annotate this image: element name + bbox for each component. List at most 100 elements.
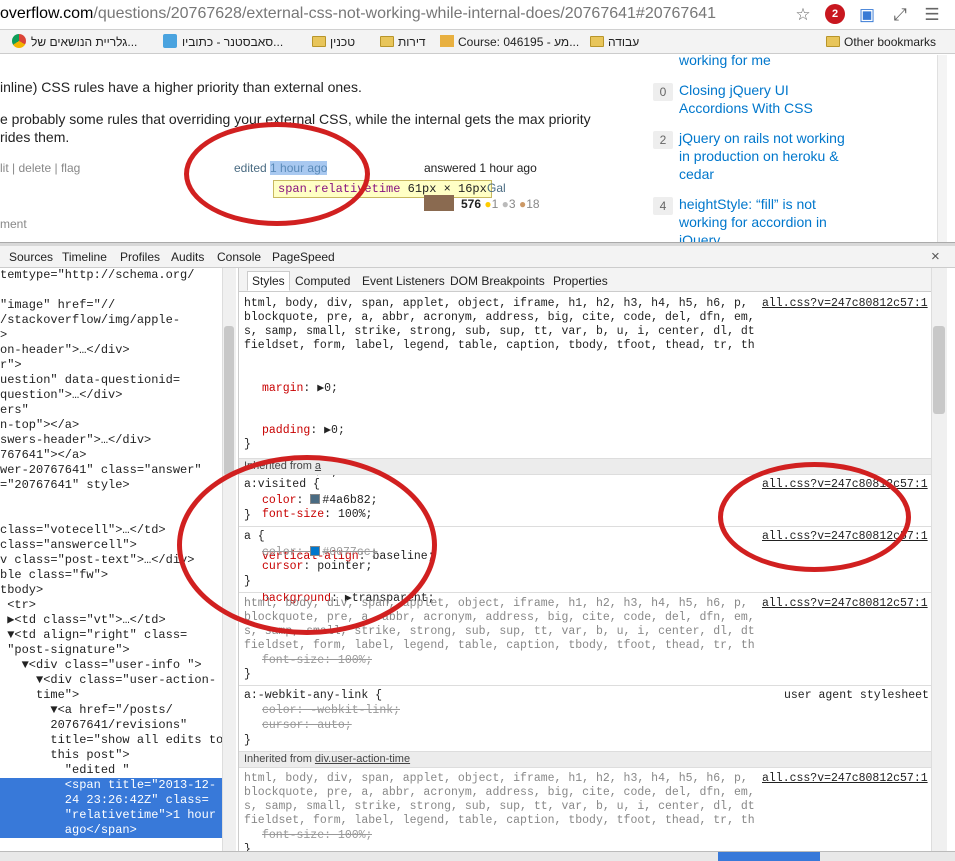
dom-node-line[interactable]: ▼<div class="user-info "> <box>0 658 222 673</box>
css-declaration-overridden[interactable]: font-size: 100%; <box>262 829 372 843</box>
css-declaration-overridden[interactable]: color: -webkit-link; <box>262 704 400 718</box>
tab-styles[interactable]: Styles <box>247 271 290 291</box>
browser-window: overflow.com/questions/20767628/external… <box>0 0 955 861</box>
dom-node-line[interactable]: <tr> <box>0 598 222 613</box>
related-link[interactable]: working for me <box>679 55 849 69</box>
adblock-badge: 2 <box>831 8 839 20</box>
other-bookmarks[interactable]: Other bookmarks <box>826 34 936 50</box>
url-text[interactable]: overflow.com/questions/20767628/external… <box>0 5 716 23</box>
related-link[interactable]: heightStyle: “fill” is not working for a… <box>679 195 849 242</box>
address-bar[interactable]: overflow.com/questions/20767628/external… <box>0 0 955 30</box>
css-declaration-overridden[interactable]: cursor: auto; <box>262 719 352 733</box>
dom-node-line[interactable]: wer-20767641" class="answer" <box>0 463 222 478</box>
dom-node-line[interactable]: r"> <box>0 358 222 373</box>
elements-scroll-thumb[interactable] <box>224 326 234 476</box>
tab-timeline[interactable]: Timeline <box>62 250 107 264</box>
bookmark-folder[interactable]: טכנין <box>312 34 355 50</box>
inherited-element-link[interactable]: div.user-action-time <box>315 753 410 765</box>
dom-node-line[interactable]: ers" <box>0 403 222 418</box>
url-host: overflow.com <box>0 5 94 22</box>
bookmark-folder[interactable]: דירות <box>380 34 426 50</box>
dom-node-line[interactable] <box>0 283 222 298</box>
extension-icon[interactable]: ▣ <box>857 5 877 25</box>
dom-node-line[interactable]: temtype="http://schema.org/ <box>0 268 222 283</box>
close-icon[interactable]: × <box>931 248 940 265</box>
selected-dom-node-line[interactable]: ago</span> <box>0 823 222 838</box>
tab-properties[interactable]: Properties <box>549 272 612 292</box>
page-scrollbar[interactable] <box>937 55 947 242</box>
related-link[interactable]: Closing jQuery UI Accordions With CSS <box>679 81 849 117</box>
selected-dom-node-line[interactable]: 24 23:26:42Z" class= <box>0 793 222 808</box>
bookmark-folder[interactable]: עבודה <box>590 34 639 50</box>
folder-icon <box>590 36 604 47</box>
css-declaration-overridden[interactable]: font-size: 100%; <box>262 654 372 668</box>
dom-node-line[interactable]: on-header">…</div> <box>0 343 222 358</box>
dom-node-line[interactable]: this post"> <box>0 748 222 763</box>
adblock-icon[interactable]: 2 <box>825 4 845 24</box>
dom-node-line[interactable]: ▼<td align="right" class= <box>0 628 222 643</box>
bookmark-item[interactable]: Course: 046195 - מע... <box>440 34 579 50</box>
menu-icon[interactable]: ☰ <box>922 5 942 25</box>
dom-node-line[interactable]: ▶<td class="vt">…</td> <box>0 613 222 628</box>
rule-close-brace: } <box>244 438 251 451</box>
tab-console[interactable]: Console <box>217 250 261 264</box>
delete-link[interactable]: delete <box>18 161 51 175</box>
inherited-header: Inherited from div.user-action-time <box>239 751 931 768</box>
related-link[interactable]: jQuery on rails not working in productio… <box>679 129 849 183</box>
dom-node-line[interactable]: > <box>0 328 222 343</box>
star-icon[interactable]: ☆ <box>793 5 813 25</box>
dom-node-line[interactable]: ▼<a href="/posts/ <box>0 703 222 718</box>
dom-node-line[interactable]: tbody> <box>0 583 222 598</box>
avatar[interactable] <box>424 195 454 211</box>
css-source-link[interactable]: all.css?v=247c80812c57:1 <box>762 597 928 610</box>
flag-link[interactable]: flag <box>61 161 80 175</box>
tab-profiles[interactable]: Profiles <box>120 250 160 264</box>
folder-icon <box>826 36 840 47</box>
tab-audits[interactable]: Audits <box>171 250 204 264</box>
fullscreen-icon[interactable]: ⤢ <box>890 5 910 25</box>
user-name[interactable]: Gal <box>487 181 506 195</box>
css-declaration[interactable]: margin: ▶0; <box>262 382 435 396</box>
dom-node-line[interactable]: question">…</div> <box>0 388 222 403</box>
dom-node-line[interactable]: "edited " <box>0 763 222 778</box>
selected-dom-node-line[interactable]: <span title="2013-12- <box>0 778 222 793</box>
tab-event-listeners[interactable]: Event Listeners <box>358 272 449 292</box>
css-source-link[interactable]: all.css?v=247c80812c57:1 <box>762 297 928 310</box>
css-declaration[interactable]: padding: ▶0; <box>262 424 435 438</box>
reputation: 576 <box>461 197 482 211</box>
rule-close-brace: } <box>244 668 251 681</box>
selected-dom-node-line[interactable]: "relativetime">1 hour <box>0 808 222 823</box>
add-comment-link[interactable]: ment <box>0 217 27 231</box>
dom-node-line[interactable]: "post-signature"> <box>0 643 222 658</box>
user-rep: 576 ●1 ●3 ●18 <box>461 197 540 211</box>
dom-node-line[interactable]: 767641"></a> <box>0 448 222 463</box>
tooltip-size: 61px × 16px <box>407 182 487 196</box>
dom-node-line[interactable]: /stackoverflow/img/apple- <box>0 313 222 328</box>
related-count: 4 <box>653 197 673 215</box>
dom-node-line[interactable]: ="20767641" style> <box>0 478 222 493</box>
tab-sources[interactable]: Sources <box>9 250 53 264</box>
css-source-link[interactable]: all.css?v=247c80812c57:1 <box>762 772 928 785</box>
dom-node-line[interactable]: "image" href="// <box>0 298 222 313</box>
tab-dom-breakpoints[interactable]: DOM Breakpoints <box>446 272 549 292</box>
edit-link[interactable]: lit <box>0 161 9 175</box>
css-selector: a:-webkit-any-link { <box>244 689 383 702</box>
dom-node-line[interactable]: title="show all edits to <box>0 733 222 748</box>
dom-node-line[interactable]: 20767641/revisions" <box>0 718 222 733</box>
dom-node-line[interactable]: ▼<div class="user-action- <box>0 673 222 688</box>
devtools-toolbar: Sources Timeline Profiles Audits Console… <box>0 246 955 268</box>
status-segment <box>718 852 820 861</box>
answer-text-line: rides them. <box>0 129 70 145</box>
site-icon <box>163 34 177 48</box>
dom-node-line[interactable]: uestion" data-questionid= <box>0 373 222 388</box>
styles-scroll-thumb[interactable] <box>933 326 945 414</box>
bookmark-item[interactable]: סאבסטנר - כתוביו... <box>163 34 283 50</box>
related-count: 2 <box>653 131 673 149</box>
bookmark-item[interactable]: גלריית הנושאים של... <box>12 34 137 50</box>
dom-node-line[interactable]: n-top"></a> <box>0 418 222 433</box>
tab-pagespeed[interactable]: PageSpeed <box>272 250 335 264</box>
dom-node-line[interactable]: swers-header">…</div> <box>0 433 222 448</box>
dom-node-line[interactable]: time"> <box>0 688 222 703</box>
tab-computed[interactable]: Computed <box>291 272 354 292</box>
annotation-circle <box>177 455 437 635</box>
